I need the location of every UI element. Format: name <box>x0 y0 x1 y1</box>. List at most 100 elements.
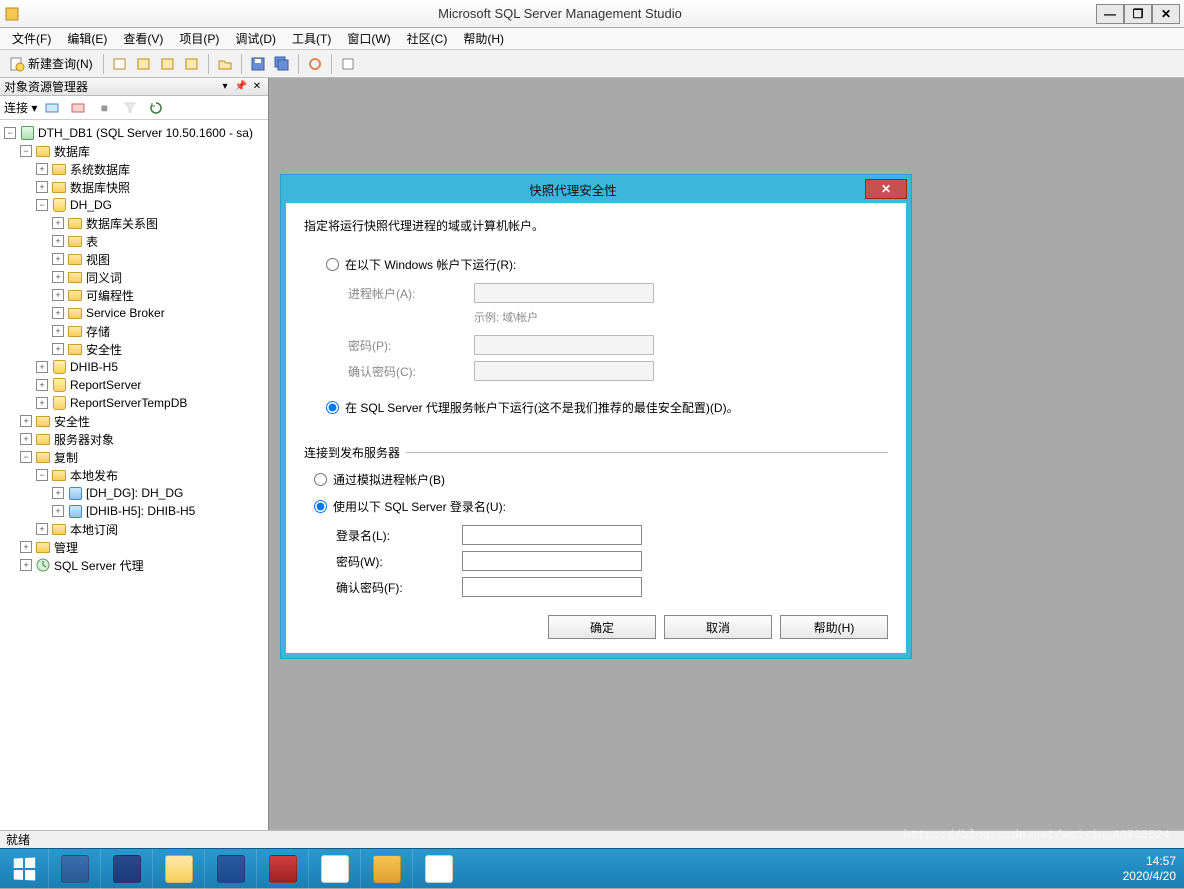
taskbar-app-server-manager[interactable] <box>48 849 100 889</box>
tree-dbsecurity[interactable]: 安全性 <box>86 341 122 358</box>
input-confirm2[interactable] <box>462 577 642 597</box>
option-sql-login[interactable]: 使用以下 SQL Server 登录名(U): <box>314 498 888 515</box>
expand-toggle[interactable]: + <box>36 379 48 391</box>
expand-toggle[interactable]: + <box>36 523 48 535</box>
expand-toggle[interactable]: + <box>20 541 32 553</box>
tree-localsub[interactable]: 本地订阅 <box>70 521 118 538</box>
expand-toggle[interactable]: − <box>20 145 32 157</box>
pane-close-icon[interactable]: ✕ <box>250 80 264 94</box>
expand-toggle[interactable]: + <box>52 505 64 517</box>
tree-sysdb[interactable]: 系统数据库 <box>70 161 130 178</box>
expand-toggle[interactable]: + <box>36 181 48 193</box>
tree-storage[interactable]: 存储 <box>86 323 110 340</box>
filter-icon[interactable] <box>119 97 141 119</box>
refresh-icon[interactable] <box>145 97 167 119</box>
tb-icon-2[interactable] <box>133 53 155 75</box>
tree-snapshot[interactable]: 数据库快照 <box>70 179 130 196</box>
menu-window[interactable]: 窗口(W) <box>341 28 396 49</box>
menu-file[interactable]: 文件(F) <box>6 28 57 49</box>
tb-icon-1[interactable] <box>109 53 131 75</box>
taskbar-app-4[interactable] <box>204 849 256 889</box>
expand-toggle[interactable]: − <box>20 451 32 463</box>
tree-dhdg[interactable]: DH_DG <box>70 198 112 212</box>
tb-nav-icon[interactable] <box>337 53 359 75</box>
radio-impersonate[interactable] <box>314 473 327 486</box>
radio-sql-agent[interactable] <box>326 401 339 414</box>
taskbar-app-paint[interactable] <box>412 849 464 889</box>
menu-community[interactable]: 社区(C) <box>401 28 454 49</box>
expand-toggle[interactable]: + <box>36 163 48 175</box>
menu-debug[interactable]: 调试(D) <box>229 28 282 49</box>
start-button[interactable] <box>0 849 48 889</box>
tree-views[interactable]: 视图 <box>86 251 110 268</box>
tree-tables[interactable]: 表 <box>86 233 98 250</box>
taskbar-app-explorer[interactable] <box>152 849 204 889</box>
option-sql-agent-account[interactable]: 在 SQL Server 代理服务帐户下运行(这不是我们推荐的最佳安全配置)(D… <box>326 399 888 416</box>
menu-project[interactable]: 项目(P) <box>173 28 225 49</box>
expand-toggle[interactable]: − <box>4 127 16 139</box>
menu-help[interactable]: 帮助(H) <box>457 28 510 49</box>
tree-reportserver[interactable]: ReportServer <box>70 378 141 392</box>
tree-serverobj[interactable]: 服务器对象 <box>54 431 114 448</box>
expand-toggle[interactable]: + <box>52 307 64 319</box>
maximize-button[interactable]: ❐ <box>1124 4 1152 24</box>
expand-toggle[interactable]: + <box>52 343 64 355</box>
expand-toggle[interactable]: + <box>52 271 64 283</box>
menu-view[interactable]: 查看(V) <box>117 28 169 49</box>
tree-servicebroker[interactable]: Service Broker <box>86 306 165 320</box>
tb-activity-icon[interactable] <box>304 53 326 75</box>
new-query-button[interactable]: 新建查询(N) <box>4 53 98 75</box>
tree-server-root[interactable]: DTH_DB1 (SQL Server 10.50.1600 - sa) <box>38 126 253 140</box>
system-tray[interactable]: 14:57 2020/4/20 <box>1103 849 1184 888</box>
cancel-button[interactable]: 取消 <box>664 615 772 639</box>
input-password2[interactable] <box>462 551 642 571</box>
taskbar-app-powershell[interactable] <box>100 849 152 889</box>
expand-toggle[interactable]: + <box>52 289 64 301</box>
close-button[interactable]: ✕ <box>1152 4 1180 24</box>
expand-toggle[interactable]: + <box>36 361 48 373</box>
tree-synonyms[interactable]: 同义词 <box>86 269 122 286</box>
tree-pub-dhdg[interactable]: [DH_DG]: DH_DG <box>86 486 183 500</box>
tb-save-icon[interactable] <box>247 53 269 75</box>
tree-agent[interactable]: SQL Server 代理 <box>54 557 144 574</box>
taskbar-app-ssms[interactable] <box>360 849 412 889</box>
radio-sql-login[interactable] <box>314 500 327 513</box>
menu-tools[interactable]: 工具(T) <box>286 28 337 49</box>
connect-icon[interactable] <box>41 97 63 119</box>
tb-open-icon[interactable] <box>214 53 236 75</box>
help-button[interactable]: 帮助(H) <box>780 615 888 639</box>
tree-security[interactable]: 安全性 <box>54 413 90 430</box>
tree-management[interactable]: 管理 <box>54 539 78 556</box>
expand-toggle[interactable]: + <box>52 253 64 265</box>
pin-icon[interactable]: 📌 <box>234 80 248 94</box>
stop-icon[interactable]: ■ <box>93 97 115 119</box>
expand-toggle[interactable]: + <box>52 487 64 499</box>
option-windows-account[interactable]: 在以下 Windows 帐户下运行(R): <box>326 256 888 273</box>
tree-reportservertemp[interactable]: ReportServerTempDB <box>70 396 187 410</box>
tree-programmability[interactable]: 可编程性 <box>86 287 134 304</box>
tree-replication[interactable]: 复制 <box>54 449 78 466</box>
expand-toggle[interactable]: + <box>52 235 64 247</box>
taskbar-app-6[interactable] <box>308 849 360 889</box>
radio-windows-account[interactable] <box>326 258 339 271</box>
expand-toggle[interactable]: + <box>52 217 64 229</box>
tree-dbdiagram[interactable]: 数据库关系图 <box>86 215 158 232</box>
tb-saveall-icon[interactable] <box>271 53 293 75</box>
dialog-close-button[interactable]: ✕ <box>865 179 907 199</box>
expand-toggle[interactable]: + <box>36 397 48 409</box>
disconnect-icon[interactable] <box>67 97 89 119</box>
object-tree[interactable]: −DTH_DB1 (SQL Server 10.50.1600 - sa) −数… <box>0 120 268 830</box>
dropdown-icon[interactable]: ▾ <box>218 80 232 94</box>
input-login[interactable] <box>462 525 642 545</box>
minimize-button[interactable]: — <box>1096 4 1124 24</box>
tree-dhib[interactable]: DHIB-H5 <box>70 360 118 374</box>
tree-localpub[interactable]: 本地发布 <box>70 467 118 484</box>
expand-toggle[interactable]: + <box>20 433 32 445</box>
tb-icon-4[interactable] <box>181 53 203 75</box>
taskbar-app-5[interactable] <box>256 849 308 889</box>
tb-icon-3[interactable] <box>157 53 179 75</box>
ok-button[interactable]: 确定 <box>548 615 656 639</box>
expand-toggle[interactable]: + <box>20 415 32 427</box>
expand-toggle[interactable]: − <box>36 469 48 481</box>
expand-toggle[interactable]: + <box>52 325 64 337</box>
